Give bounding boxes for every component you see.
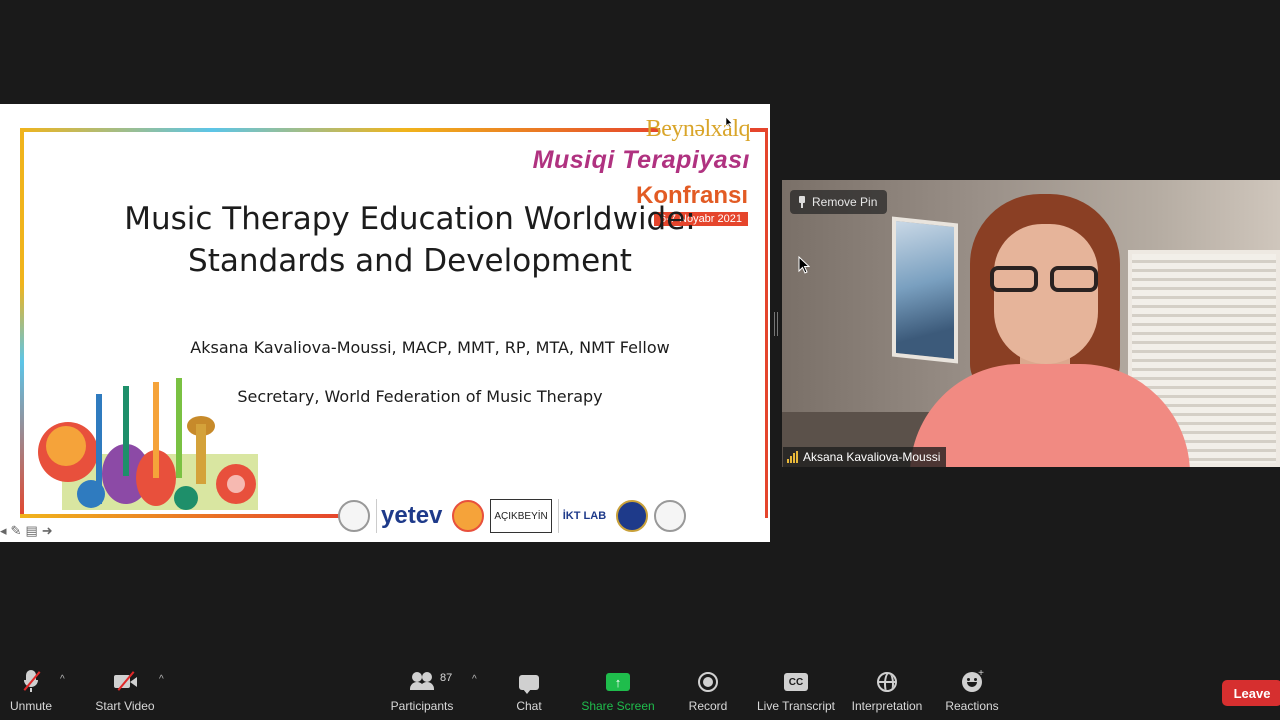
meeting-controls-toolbar: Unmute ^ Start Video ^ Participants 87 ^…: [0, 664, 1280, 720]
sponsor-logo-ikt-lab: İKT LAB: [557, 499, 610, 533]
reaction-smiley-icon: +: [958, 668, 986, 694]
remove-pin-label: Remove Pin: [812, 195, 878, 209]
record-icon: [694, 670, 722, 694]
signal-strength-icon: [787, 451, 798, 463]
sponsor-logo-colorful: [452, 500, 485, 532]
slide-author: Aksana Kavaliova-Moussi, MACP, MMT, RP, …: [190, 338, 670, 357]
closed-caption-text: CC: [784, 673, 808, 691]
share-screen-icon: ↑: [604, 670, 632, 694]
globe-icon: [873, 670, 901, 694]
microphone-muted-icon: [17, 670, 45, 694]
person-face: [994, 224, 1098, 364]
participant-name: Aksana Kavaliova-Moussi: [803, 450, 941, 464]
share-screen-label: Share Screen: [581, 699, 655, 713]
pencil-icon[interactable]: ✎: [11, 523, 22, 539]
remove-pin-button[interactable]: Remove Pin: [790, 190, 888, 214]
interpretation-label: Interpretation: [851, 699, 923, 713]
participant-video-tile[interactable]: [782, 180, 1280, 467]
closed-caption-icon: CC: [782, 670, 810, 694]
conference-line-1: Beynəlxalq: [645, 116, 751, 142]
slide-frame-top: [20, 128, 660, 132]
record-button[interactable]: Record: [688, 670, 728, 714]
slide-pointer-icon: [725, 116, 733, 128]
chat-bubble-icon: [515, 670, 543, 694]
leave-meeting-button[interactable]: Leave: [1222, 680, 1280, 706]
slide-frame-left: [20, 128, 24, 518]
record-label: Record: [688, 699, 728, 713]
reactions-label: Reactions: [945, 699, 999, 713]
pin-icon: [798, 196, 806, 208]
sponsor-logo-yetev: yetev: [376, 499, 446, 533]
participants-options-caret-icon[interactable]: ^: [472, 674, 477, 685]
start-video-button[interactable]: Start Video: [94, 670, 156, 714]
start-video-label: Start Video: [95, 699, 155, 713]
glasses-lens-right: [1050, 266, 1098, 292]
slide-title: Music Therapy Education Worldwide: Stand…: [124, 201, 696, 279]
slide-annotation-tools: ◂ ✎ ▤ ➜: [0, 523, 53, 539]
conference-line-2: Musiqi Terapiyası: [532, 146, 750, 174]
person-glasses: [986, 266, 1106, 292]
video-participant-person: [910, 194, 1190, 467]
chat-button[interactable]: Chat: [510, 670, 548, 714]
sponsor-logo-acikbeyin: AÇIKBEYİN: [490, 499, 552, 533]
slide-frame-bottom: [20, 514, 340, 518]
sponsor-logo-emblem: [338, 500, 370, 532]
participants-icon: [408, 670, 436, 694]
person-body: [910, 364, 1190, 467]
live-transcript-label: Live Transcript: [756, 699, 836, 713]
participants-label: Participants: [390, 699, 454, 713]
participant-name-tag: Aksana Kavaliova-Moussi: [783, 447, 947, 467]
participants-count: 87: [440, 672, 453, 684]
glasses-lens-left: [990, 266, 1038, 292]
mouse-pointer-icon: [798, 256, 810, 274]
sponsor-logo-seal: [616, 500, 649, 532]
slide-frame-right: [765, 128, 768, 518]
sponsor-logo-round: [654, 500, 687, 532]
arrow-right-icon[interactable]: ➜: [42, 523, 53, 539]
interpretation-button[interactable]: Interpretation: [850, 670, 924, 714]
music-instruments-illustration: [38, 378, 258, 510]
camera-off-icon: [111, 670, 139, 694]
unmute-button[interactable]: Unmute: [8, 670, 54, 714]
arrow-left-icon[interactable]: ◂: [0, 523, 7, 539]
share-screen-button[interactable]: ↑ Share Screen: [581, 670, 655, 714]
sponsor-logos: yetev AÇIKBEYİN İKT LAB: [338, 496, 768, 536]
unmute-label: Unmute: [9, 699, 53, 713]
reactions-button[interactable]: + Reactions: [944, 668, 1000, 714]
meeting-stage: Beynəlxalq Musiqi Terapiyası Konfransı 6…: [0, 0, 1280, 664]
audio-options-caret-icon[interactable]: ^: [60, 674, 65, 685]
view-splitter-handle[interactable]: [774, 312, 778, 336]
notes-icon[interactable]: ▤: [25, 523, 37, 539]
video-options-caret-icon[interactable]: ^: [159, 674, 164, 685]
shared-screen-slide[interactable]: Beynəlxalq Musiqi Terapiyası Konfransı 6…: [0, 104, 770, 542]
live-transcript-button[interactable]: CC Live Transcript: [756, 670, 836, 714]
chat-label: Chat: [516, 699, 542, 713]
